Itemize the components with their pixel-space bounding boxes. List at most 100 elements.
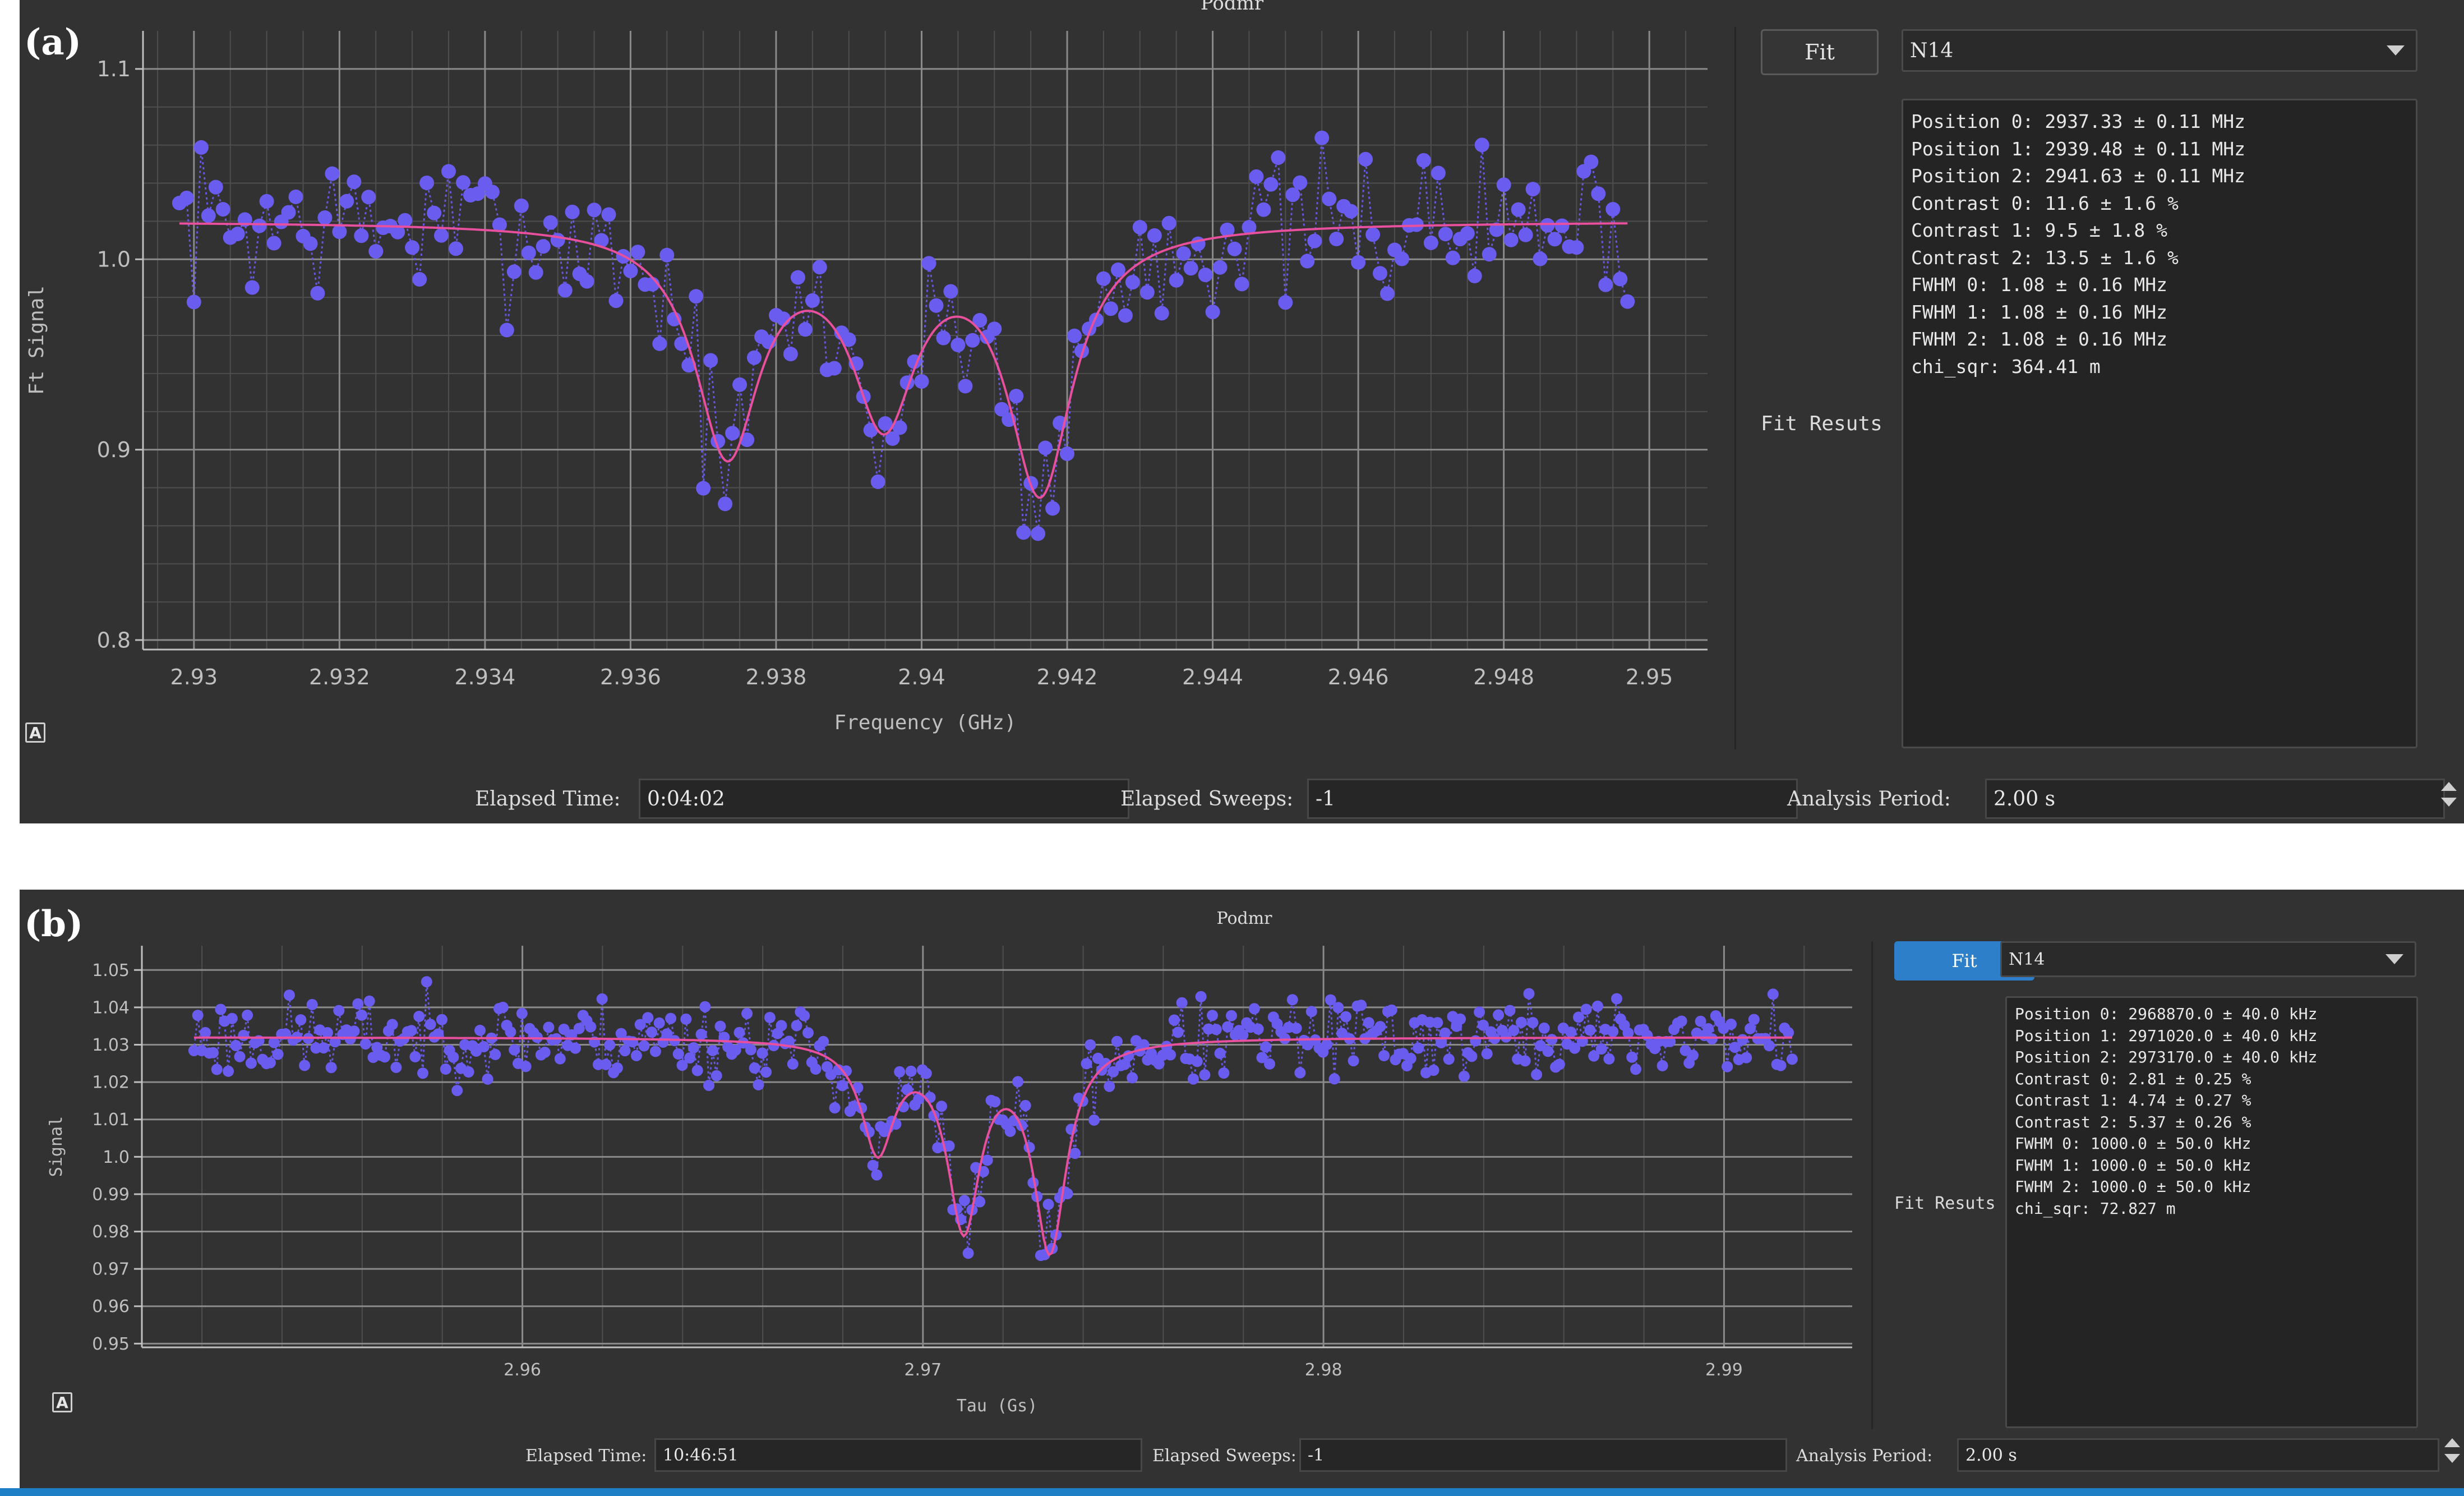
data-point — [266, 236, 282, 251]
auto-range-icon: A — [56, 1393, 68, 1412]
data-point — [1542, 1046, 1554, 1057]
data-point — [827, 361, 842, 376]
fit-result-line: Position 0: 2937.33 ± 0.11 MHz — [1911, 111, 2246, 132]
y-tick-label: 0.96 — [92, 1297, 130, 1317]
data-point — [1096, 271, 1111, 286]
data-point — [1132, 220, 1147, 235]
data-point — [1019, 1099, 1031, 1111]
data-point — [1165, 1049, 1176, 1061]
data-point — [1260, 1041, 1272, 1053]
data-point — [1321, 1039, 1332, 1051]
splitter[interactable] — [1871, 941, 1873, 1429]
data-point — [753, 1079, 764, 1090]
data-point — [1305, 1006, 1317, 1018]
auto-range-button[interactable]: A — [52, 1392, 72, 1412]
spin-up-icon[interactable] — [2441, 782, 2457, 791]
data-point — [1085, 1039, 1096, 1051]
fit-button[interactable]: Fit — [1761, 29, 1879, 75]
fit-result-line: Position 0: 2968870.0 ± 40.0 kHz — [2015, 1005, 2318, 1023]
data-point — [1467, 269, 1482, 283]
x-tick-label: 2.944 — [1182, 665, 1243, 689]
minor-grid — [143, 31, 1708, 650]
data-point — [684, 1052, 696, 1064]
data-point — [485, 185, 500, 200]
data-point — [596, 993, 608, 1005]
data-point — [244, 280, 260, 295]
data-point — [354, 228, 369, 243]
fit-results-box[interactable]: Position 0: 2968870.0 ± 40.0 kHz Position… — [2005, 996, 2418, 1428]
data-point — [601, 207, 616, 222]
odmr-plot[interactable]: 2.93 2.932 2.934 2.936 2.938 2.94 2.942 2.944 2.… — [20, 0, 1730, 823]
data-point — [405, 1025, 417, 1037]
y-tick-label: 0.98 — [92, 1222, 130, 1242]
data-point — [805, 293, 820, 308]
podmr-window-b: (b) Podmr 2.96 2.97 2.98 2.99 0.95 0.96 0.97 0.… — [20, 890, 2464, 1496]
data-point — [1428, 1065, 1439, 1076]
data-point — [193, 140, 209, 155]
data-point — [440, 1063, 451, 1075]
data-point — [1533, 251, 1548, 266]
data-point — [627, 1036, 639, 1048]
data-point — [642, 1012, 654, 1024]
data-point — [208, 179, 223, 195]
data-point — [958, 379, 973, 394]
data-point — [1503, 232, 1519, 247]
data-point — [1344, 204, 1359, 219]
fit-result-line: Position 1: 2971020.0 ± 40.0 kHz — [2015, 1026, 2318, 1045]
data-point — [421, 976, 432, 988]
spin-down-icon[interactable] — [2441, 798, 2457, 807]
data-point — [691, 1065, 703, 1076]
podmr-window-a: (a) Podmr 2.93 2.932 2.934 2.936 2.938 2.94 2.… — [20, 0, 2464, 823]
data-point — [1088, 1114, 1100, 1126]
data-point — [929, 298, 944, 313]
data-point — [1523, 988, 1535, 1000]
x-tick-label: 2.946 — [1328, 665, 1389, 689]
spin-down-icon[interactable] — [2444, 1454, 2460, 1463]
data-point — [1493, 1009, 1505, 1021]
data-point — [1069, 1148, 1081, 1159]
data-point — [211, 1064, 223, 1075]
analysis-period-stepper[interactable] — [2438, 780, 2460, 807]
fit-curve — [179, 222, 1628, 499]
data-point — [1481, 1048, 1493, 1060]
spin-up-icon[interactable] — [2444, 1438, 2460, 1447]
elapsed-time-field[interactable]: 10:46:51 — [654, 1438, 1142, 1472]
data-point — [539, 1047, 551, 1058]
data-point — [689, 289, 704, 304]
data-point — [1199, 1069, 1211, 1081]
splitter[interactable] — [1734, 27, 1736, 749]
data-point — [1455, 1013, 1466, 1025]
data-point — [989, 1096, 1001, 1108]
fit-result-line: Contrast 0: 11.6 ± 1.6 % — [1911, 192, 2179, 214]
auto-range-button[interactable]: A — [25, 722, 45, 743]
fit-results-box[interactable]: Position 0: 2937.33 ± 0.11 MHz Position 1… — [1902, 99, 2417, 748]
fit-result-line: Position 2: 2941.63 ± 0.11 MHz — [1911, 165, 2246, 187]
data-point — [756, 1047, 768, 1059]
fit-model-select[interactable]: N14 — [1902, 29, 2417, 72]
data-point — [1611, 993, 1622, 1005]
data-point — [776, 1020, 787, 1032]
data-point — [1169, 273, 1184, 288]
data-point — [1656, 1060, 1668, 1071]
data-point — [1104, 1080, 1115, 1092]
data-point — [230, 227, 245, 241]
analysis-period-spinbox[interactable]: 2.00 s — [1985, 779, 2445, 819]
fit-model-select[interactable]: N14 — [2000, 941, 2416, 977]
data-point — [1386, 1004, 1397, 1016]
odmr-plot[interactable]: 2.96 2.97 2.98 2.990.950.960.970.980.991.01… — [20, 890, 1881, 1496]
data-point — [936, 330, 951, 346]
data-point — [630, 245, 645, 260]
elapsed-sweeps-field[interactable]: -1 — [1307, 779, 1798, 819]
analysis-period-stepper[interactable] — [2441, 1436, 2463, 1463]
data-point — [787, 1058, 799, 1070]
chevron-down-icon — [2387, 45, 2405, 56]
data-point — [623, 264, 638, 279]
data-point — [543, 1021, 555, 1033]
elapsed-time-field[interactable]: 0:04:02 — [639, 779, 1129, 819]
data-point — [528, 265, 543, 280]
data-point — [710, 1070, 722, 1081]
elapsed-sweeps-field[interactable]: -1 — [1299, 1438, 1787, 1472]
data-point — [1519, 1055, 1531, 1067]
analysis-period-spinbox[interactable]: 2.00 s — [1957, 1438, 2439, 1472]
data-point — [1264, 1058, 1275, 1070]
